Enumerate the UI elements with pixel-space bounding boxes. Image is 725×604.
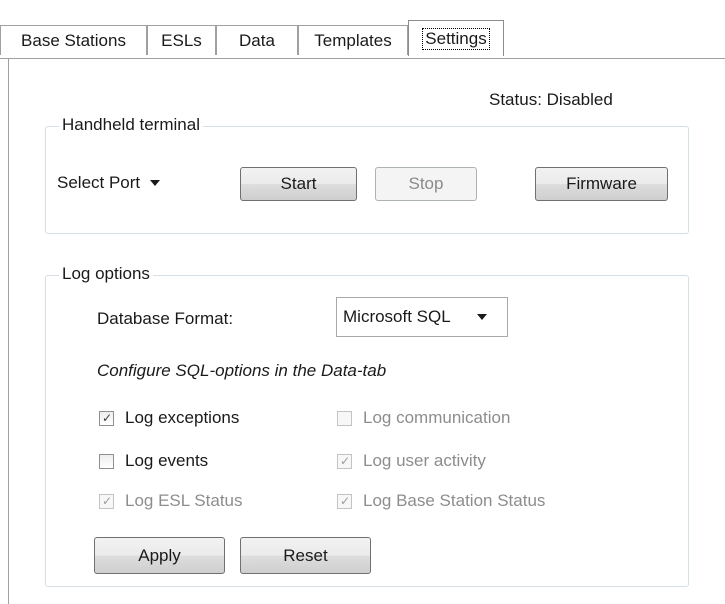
checkbox-log-communication[interactable]: Log communication	[337, 407, 510, 429]
database-format-label: Database Format:	[97, 309, 234, 328]
tab-label: ESLs	[161, 30, 202, 50]
checkbox-log-events[interactable]: Log events	[99, 450, 208, 472]
check-icon: ✓	[340, 453, 351, 468]
checkbox-log-exceptions[interactable]: ✓ Log exceptions	[99, 407, 239, 429]
group-title: Handheld terminal	[59, 115, 203, 135]
checkbox-label: Log exceptions	[125, 408, 240, 427]
tab-data[interactable]: Data	[216, 25, 298, 55]
checkbox-box[interactable]: ✓	[337, 453, 352, 469]
port-select-value: Select Port	[57, 173, 141, 192]
checkbox-log-user-activity[interactable]: ✓ Log user activity	[337, 450, 486, 472]
tab-label: Base Stations	[21, 30, 126, 50]
tab-label: Settings	[422, 27, 490, 50]
checkbox-label: Log user activity	[363, 451, 486, 470]
checkbox-box[interactable]: ✓	[337, 493, 352, 509]
tab-settings[interactable]: Settings	[408, 20, 504, 56]
checkbox-label: Log ESL Status	[125, 491, 243, 510]
check-icon: ✓	[102, 493, 113, 508]
chevron-down-icon	[476, 314, 487, 320]
start-button[interactable]: Start	[240, 167, 357, 201]
tab-templates[interactable]: Templates	[298, 25, 408, 55]
reset-button[interactable]: Reset	[240, 537, 371, 574]
port-select[interactable]: Select Port	[57, 168, 193, 198]
checkbox-label: Log events	[125, 451, 209, 470]
chevron-down-icon	[150, 180, 161, 186]
tab-esls[interactable]: ESLs	[147, 25, 216, 55]
status-text: Status: Disabled	[489, 90, 613, 109]
tab-label: Data	[239, 30, 275, 50]
checkbox-label: Log communication	[363, 408, 511, 427]
check-icon: ✓	[102, 410, 113, 425]
stop-button[interactable]: Stop	[375, 167, 477, 201]
firmware-button[interactable]: Firmware	[535, 167, 668, 201]
tab-strip: Base Stations ESLs Data Templates Settin…	[0, 20, 725, 60]
apply-button[interactable]: Apply	[94, 537, 225, 574]
checkbox-box[interactable]	[99, 453, 114, 469]
database-format-select[interactable]: Microsoft SQL	[336, 297, 508, 337]
checkbox-log-esl-status[interactable]: ✓ Log ESL Status	[99, 490, 243, 512]
group-title: Log options	[59, 264, 153, 284]
checkbox-log-base-station-status[interactable]: ✓ Log Base Station Status	[337, 490, 545, 512]
tab-label: Templates	[314, 30, 392, 50]
sql-hint-text: Configure SQL-options in the Data-tab	[97, 361, 387, 380]
checkbox-box[interactable]	[337, 410, 352, 426]
checkbox-box[interactable]: ✓	[99, 493, 114, 509]
checkbox-box[interactable]: ✓	[99, 410, 114, 426]
check-icon: ✓	[340, 493, 351, 508]
checkbox-label: Log Base Station Status	[363, 491, 546, 510]
database-format-value: Microsoft SQL	[343, 307, 451, 326]
tab-base-stations[interactable]: Base Stations	[0, 25, 147, 55]
